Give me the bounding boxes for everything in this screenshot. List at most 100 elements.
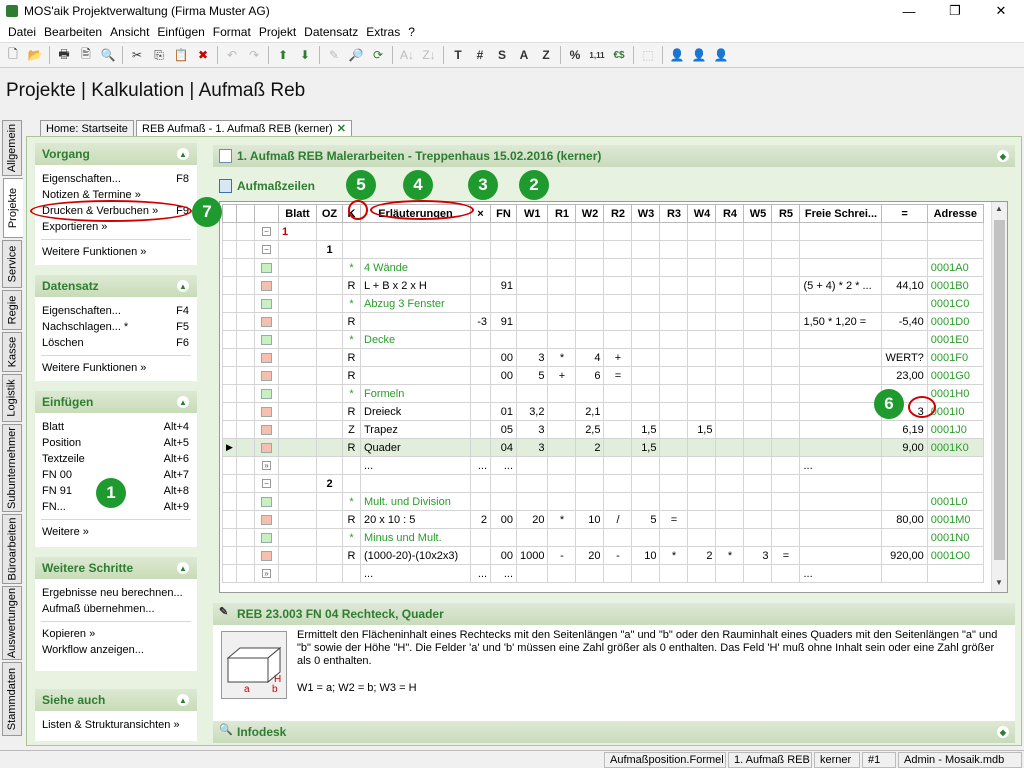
grid-cell[interactable] [575, 456, 605, 475]
column-header[interactable]: × [470, 204, 491, 223]
minimize-button[interactable]: — [886, 0, 932, 22]
grid-cell[interactable] [771, 384, 801, 403]
grid-cell[interactable] [278, 294, 317, 313]
grid-cell[interactable]: 6,19 [881, 420, 928, 439]
grid-cell[interactable]: - [547, 546, 577, 565]
percent-icon[interactable]: % [564, 44, 586, 66]
grid-cell[interactable]: 20 [575, 546, 605, 565]
vtab-logistik[interactable]: Logistik [2, 374, 22, 422]
grid-cell[interactable] [547, 438, 577, 457]
grid-cell[interactable] [515, 492, 549, 511]
grid-cell[interactable]: 5 [631, 510, 661, 529]
grid-cell[interactable]: 0001F0 [926, 348, 984, 367]
grid-cell[interactable] [316, 294, 343, 313]
grid-cell[interactable]: 3 [515, 348, 549, 367]
grid-cell[interactable]: = [659, 510, 689, 529]
position-row-icon[interactable] [261, 550, 272, 561]
grid-cell[interactable]: Decke [360, 330, 471, 349]
grid-cell[interactable]: 0001G0 [926, 366, 984, 385]
grid-cell[interactable] [799, 420, 883, 439]
grid-cell[interactable]: 80,00 [881, 510, 928, 529]
grid-cell[interactable] [278, 384, 317, 403]
grid-cell[interactable]: 1 [316, 240, 343, 259]
grid-cell[interactable] [687, 330, 717, 349]
grid-cell[interactable] [926, 474, 984, 493]
column-header[interactable]: R2 [603, 204, 633, 223]
grid-cell[interactable] [603, 276, 633, 295]
grid-cell[interactable]: 5 [515, 366, 549, 385]
action-ds-weitere[interactable]: Weitere Funktionen » [35, 360, 197, 376]
grid-cell[interactable] [881, 258, 928, 277]
grid-cell[interactable] [575, 330, 605, 349]
grid-cell[interactable] [659, 294, 689, 313]
grid-cell[interactable] [687, 528, 717, 547]
hash-icon[interactable]: # [469, 44, 491, 66]
grid-cell[interactable]: Mult. und Division [360, 492, 471, 511]
grid-cell[interactable]: 00 [490, 348, 517, 367]
position-row-icon[interactable] [261, 442, 272, 453]
grid-cell[interactable] [631, 402, 661, 421]
grid-cell[interactable] [799, 510, 883, 529]
grid-cell[interactable] [360, 222, 471, 241]
grid-cell[interactable] [631, 528, 661, 547]
grid-cell[interactable]: 3 [515, 420, 549, 439]
grid-cell[interactable] [687, 312, 717, 331]
grid-cell[interactable] [603, 402, 633, 421]
table-row[interactable]: ▶ R Quader 04 3 2 1,5 9,00 0001K0 [222, 438, 984, 457]
grid-cell[interactable] [771, 276, 801, 295]
grid-cell[interactable] [575, 492, 605, 511]
column-header[interactable] [222, 204, 237, 223]
column-header[interactable]: Adresse [926, 204, 984, 223]
grid-cell[interactable]: 2,5 [575, 420, 605, 439]
grid-cell[interactable] [360, 474, 471, 493]
grid-cell[interactable] [926, 456, 984, 475]
grid-cell[interactable] [470, 240, 491, 259]
grid-cell[interactable]: 23,00 [881, 366, 928, 385]
panel-header-einfuegen[interactable]: Einfügen ▲ [35, 391, 197, 413]
grid-cell[interactable] [743, 258, 773, 277]
grid-cell[interactable] [278, 330, 317, 349]
grid-cell[interactable] [603, 258, 633, 277]
redo-icon[interactable]: ↷ [243, 44, 265, 66]
grid-cell[interactable]: -3 [470, 312, 491, 331]
grid-cell[interactable] [470, 528, 491, 547]
grid-cell[interactable]: 1,50 * 1,20 = [799, 312, 883, 331]
grid-cell[interactable]: 20 x 10 : 5 [360, 510, 471, 529]
grid-cell[interactable] [547, 258, 577, 277]
grid-cell[interactable] [316, 510, 343, 529]
grid-cell[interactable] [278, 438, 317, 457]
currency-icon[interactable]: €$ [608, 44, 630, 66]
grid-cell[interactable] [342, 456, 361, 475]
grid-cell[interactable] [659, 312, 689, 331]
table-row[interactable]: * 4 Wände 0001A0 [222, 258, 984, 277]
grid-cell[interactable] [547, 456, 577, 475]
grid-cell[interactable]: 0001H0 [926, 384, 984, 403]
disabled-tool-icon[interactable]: ⬚ [637, 44, 659, 66]
grid-cell[interactable] [771, 438, 801, 457]
grid-cell[interactable] [715, 294, 745, 313]
collapse-icon[interactable]: ◆ [997, 150, 1009, 162]
grid-cell[interactable]: R [342, 348, 361, 367]
scroll-thumb[interactable] [994, 220, 1005, 560]
grid-cell[interactable] [470, 366, 491, 385]
insert-textzeile[interactable]: Textzeile Alt+6 [35, 451, 197, 467]
print-icon[interactable]: 🖶 [53, 44, 75, 66]
grid-cell[interactable] [470, 492, 491, 511]
grid-cell[interactable] [687, 222, 717, 241]
grid-cell[interactable]: 05 [490, 420, 517, 439]
grid-cell[interactable] [515, 258, 549, 277]
grid-cell[interactable]: 10 [575, 510, 605, 529]
grid-cell[interactable]: + [547, 366, 577, 385]
grid-cell[interactable]: 0001L0 [926, 492, 984, 511]
column-header[interactable]: = [881, 204, 928, 223]
grid-cell[interactable] [547, 276, 577, 295]
grid-cell[interactable] [799, 492, 883, 511]
grid-cell[interactable] [547, 294, 577, 313]
grid-cell[interactable] [360, 312, 471, 331]
grid-cell[interactable] [631, 276, 661, 295]
grid-cell[interactable] [490, 294, 517, 313]
grid-cell[interactable] [687, 240, 717, 259]
menu-projekt[interactable]: Projekt [255, 25, 300, 39]
grid-cell[interactable] [881, 222, 928, 241]
grid-cell[interactable]: 20 [515, 510, 549, 529]
